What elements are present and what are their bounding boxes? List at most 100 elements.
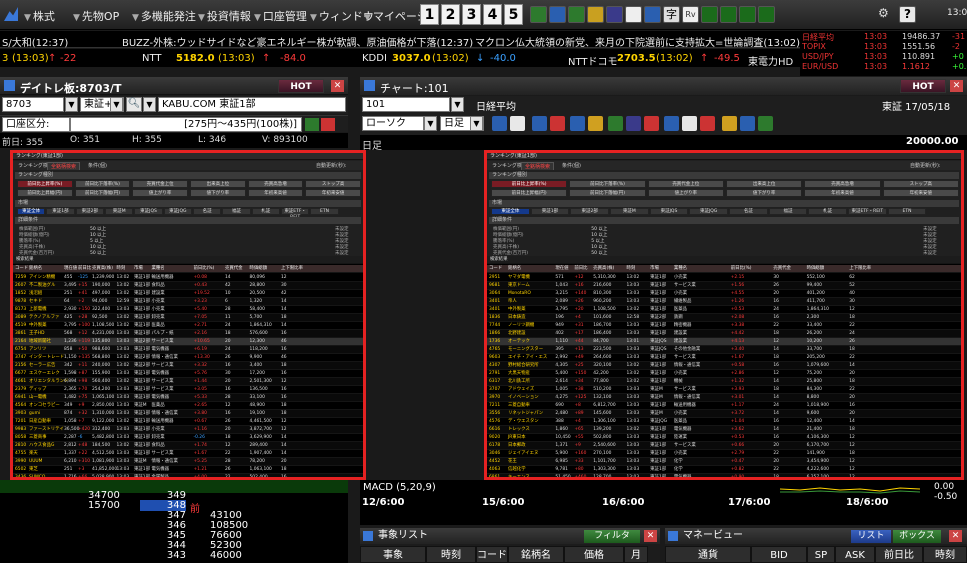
table-row[interactable]: 6178 日本郵政 1,371 +9 2,540,600 13:03 東証1部 サービス業 +0… xyxy=(487,442,961,450)
order-book-row[interactable]: 343 46000 xyxy=(0,550,348,563)
ranking-type-button[interactable]: ストップ高 xyxy=(882,180,959,188)
overlay-icon[interactable] xyxy=(570,116,585,131)
table-row[interactable]: 1836 日本鋳造 196 +4 101,600 12:58 東証2部 鉄鋼 +2.08 16 2,… xyxy=(487,314,961,322)
box-button[interactable]: ボックス xyxy=(893,530,941,543)
table-row[interactable]: 3747 インタートレード 1,150 +135 568,800 13:02 東証2部 情報・… xyxy=(13,354,363,362)
ranking-type-button[interactable]: 売買代金上位 xyxy=(647,180,724,188)
candle-type-select[interactable]: ローソク xyxy=(362,116,424,131)
column-header[interactable]: コード xyxy=(489,265,502,273)
indicator-icon[interactable] xyxy=(550,116,565,131)
market-filter-button[interactable]: 東証全体 xyxy=(491,208,530,215)
table-row[interactable]: 2379 ディップ 2,365 +70 254,200 13:03 東証1部 サービス業 +3.… xyxy=(13,386,363,394)
table-row[interactable]: 3401 帝人 2,089 +26 960,200 13:03 東証1部 繊維製品 +1.26 1… xyxy=(487,298,961,306)
column-header[interactable]: 上下限比率 xyxy=(281,265,303,273)
market-filter-button[interactable]: 札証 xyxy=(808,208,847,215)
col-header-time[interactable]: 時刻 xyxy=(923,546,967,563)
col-header-price[interactable]: 価格 xyxy=(564,546,624,563)
market-filter-button[interactable]: 東証ETF・REIT xyxy=(848,208,887,215)
close-icon[interactable]: ✕ xyxy=(331,80,344,92)
print-icon[interactable] xyxy=(682,116,697,131)
compare-icon[interactable] xyxy=(532,116,547,131)
chart-code-dropdown[interactable]: ▼ xyxy=(451,97,464,112)
ranking-type-button[interactable]: 前日比下落幅(円) xyxy=(74,189,131,197)
table-row[interactable]: 9020 JR東日本 10,450 +55 502,800 13:03 東証1部 陸運業 +0.… xyxy=(487,434,961,442)
table-row[interactable]: 3046 ジェイアイエヌ 5,900 +160 270,100 13:03 東証1部 小売業 +… xyxy=(487,450,961,458)
line-tool-icon[interactable] xyxy=(608,116,623,131)
market-filter-button[interactable]: 東証1部 xyxy=(46,208,75,215)
folder-tool-icon[interactable] xyxy=(587,6,604,23)
table-row[interactable]: 4765 モーニングスター 395 +13 223,500 13:03 東証JQS その他金融… xyxy=(487,346,961,354)
table-row[interactable]: 2164 地域新聞社 1,236 +119 135,800 13:03 東証2部 サービス業 +… xyxy=(13,338,363,346)
table-row[interactable]: 4063 信越化学 9,781 +80 1,303,300 13:03 東証1部 化学 +0.8… xyxy=(487,466,961,474)
table-row[interactable]: 4307 野村総合研究所 4,305 +25 320,100 13:02 東証1部 情報・通信… xyxy=(487,362,961,370)
table-row[interactable]: 1866 北野建設 402 +17 186,400 13:03 東証1部 建設業 +4.42 18… xyxy=(487,330,961,338)
grid-icon[interactable] xyxy=(510,116,525,131)
column-header[interactable]: 売買高(株) xyxy=(92,265,113,273)
hot-button[interactable]: HOT xyxy=(900,79,946,93)
layout-button-4[interactable]: 4 xyxy=(483,4,502,25)
table-row[interactable]: 7211 三菱自動車 690 +8 6,812,700 13:03 東証1部 輸送用機器 +1.… xyxy=(487,402,961,410)
layout-button-2[interactable]: 2 xyxy=(441,4,460,25)
market-dropdown[interactable]: ▼ xyxy=(110,97,123,112)
chart-area-top[interactable]: 日足 20000.00 xyxy=(360,135,967,152)
column-header[interactable]: 前日比(%) xyxy=(731,265,752,273)
table-row[interactable]: 9603 エイチ・アイ・エス 2,992 +49 264,600 13:03 東証1部 サービ… xyxy=(487,354,961,362)
ranking-results-table[interactable]: 検索結果 コード 銘柄名 現在値 前日比 売買高(株) 時刻 市場 業種名 前日比(%) 売買代金時… xyxy=(13,256,363,477)
table-row[interactable]: 4452 花王 6,985 +33 1,101,700 13:03 東証1部 化学 +0.47 2… xyxy=(487,458,961,466)
help-icon[interactable]: ? xyxy=(899,6,916,23)
table-row[interactable]: 3903 gumi 874 +32 1,310,000 13:03 東証1部 情報・通信業 +3… xyxy=(13,410,363,418)
tab-conditions[interactable]: 条件(個) xyxy=(85,162,110,170)
table-row[interactable]: 4755 楽天 1,337 +22 4,512,500 13:03 東証1部 サービス業 +1.… xyxy=(13,450,363,458)
ranking-panel-left[interactable]: ランキング(東証1部) ランキング検索 全銘柄検索 条件(個) 自動更新(秒):… xyxy=(10,150,366,480)
table-row[interactable]: 6677 エスケーエレク 1,598 +87 155,900 13:03 東証1部 電気機器 +… xyxy=(13,370,363,378)
column-header[interactable]: 時刻 xyxy=(626,265,635,273)
save-icon[interactable] xyxy=(664,116,679,131)
table-row[interactable]: 1852 浅沼組 251 +41 497,000 13:02 東証1部 建設業 +19.52 10… xyxy=(13,290,363,298)
market-filter-button[interactable]: 東証M xyxy=(105,208,134,215)
trend-tool-icon-2[interactable] xyxy=(739,6,756,23)
table-row[interactable]: 6754 アンリツ 858 +50 988,600 13:03 東証1部 電気機器 +6.19 2… xyxy=(13,346,363,354)
alert-mini-icon[interactable] xyxy=(321,118,335,131)
money-view-window[interactable]: マネービュー リスト ボックス ✕ 通貨 BID SP ASK 前日比 時刻 xyxy=(665,528,967,563)
hot-button[interactable]: HOT xyxy=(278,79,324,93)
market-filter-button[interactable]: 東証2部 xyxy=(570,208,609,215)
chart-code-input[interactable]: 101 xyxy=(362,97,450,112)
table-row[interactable]: 6317 北川鉄工所 2,614 +34 77,800 13:02 東証1部 機械 +1.32 1… xyxy=(487,378,961,386)
ranking-type-button[interactable]: 前日比上昇幅(円) xyxy=(17,189,73,197)
stock-ticker[interactable]: 3 (13:03) ↑ -22 NTT 5182.0 (13:03) ↑ -84… xyxy=(0,49,800,68)
close-icon[interactable]: ✕ xyxy=(644,530,657,542)
market-filter-button[interactable]: 東証JQS xyxy=(134,208,163,215)
chart-window-titlebar[interactable]: チャート:101 HOT ✕ xyxy=(360,77,967,95)
table-row[interactable]: 3970 イノベーション 4,275 +125 132,100 13:03 東証M 情報・通信… xyxy=(487,394,961,402)
period-dropdown[interactable]: ▼ xyxy=(470,116,483,131)
table-row[interactable]: 9878 セキド 64 +2 94,000 12:59 東証1部 小売業 +3.23 6 1,320… xyxy=(13,298,363,306)
menu-multi-order[interactable]: ▼ 多機能発注 xyxy=(132,8,196,24)
market-filter-button[interactable]: 東証1部 xyxy=(530,208,570,215)
ranking-type-button[interactable]: 前日比下落率(%) xyxy=(569,180,646,188)
ranking-type-button[interactable]: 前日比下落幅(円) xyxy=(569,189,646,197)
table-row[interactable]: 2156 セーラー広告 342 +11 240,000 13:02 東証2部 サービス業 +3.… xyxy=(13,362,363,370)
monitor-tool-icon[interactable] xyxy=(625,6,642,23)
money-view-titlebar[interactable]: マネービュー リスト ボックス ✕ xyxy=(665,528,967,544)
table-row[interactable]: 4564 オンコセラピー 349 +9 2,850,000 13:03 東証M 医薬品 +2.6… xyxy=(13,402,363,410)
ranking-type-button[interactable]: 前日比上昇幅(円) xyxy=(491,189,568,197)
ranking-type-button[interactable]: 値上がり率 xyxy=(647,189,724,197)
table-row[interactable]: 9983 ファーストリテイ 36,500 +420 312,400 13:03 東証1部 小売… xyxy=(13,426,363,434)
market-filter-button[interactable]: 東証JQG xyxy=(689,208,728,215)
menu-investment-info[interactable]: ▼ 投資情報 xyxy=(198,8,251,24)
col-header-more[interactable]: 月 xyxy=(624,546,648,563)
market-filter-button[interactable]: 東証全体 xyxy=(17,208,46,215)
ranking-panel-titlebar[interactable]: ランキング(東証1部) xyxy=(487,153,961,160)
pen-icon[interactable] xyxy=(758,116,773,131)
ranking-type-button[interactable]: 売買高急増 xyxy=(247,180,304,188)
column-header[interactable]: 売買代金 xyxy=(225,265,243,273)
column-header[interactable]: 上下限比率 xyxy=(849,265,871,273)
tab-all-stocks[interactable]: 全銘柄検索 xyxy=(521,162,555,170)
eraser-icon[interactable] xyxy=(644,116,659,131)
table-row[interactable]: 8058 三菱商事 2,287 -6 5,482,800 13:03 東証1部 卸売業 -0.2… xyxy=(13,434,363,442)
settings-tool-icon[interactable] xyxy=(644,6,661,23)
ranking-type-button[interactable]: 売買代金上位 xyxy=(132,180,188,188)
table-row[interactable]: 2951 ヤマダ電機 571 +12 5,310,300 13:02 東証1部 小売業 +2.1… xyxy=(487,274,961,282)
draw-icon[interactable] xyxy=(588,116,603,131)
col-header-name[interactable]: 銘柄名 xyxy=(508,546,564,563)
